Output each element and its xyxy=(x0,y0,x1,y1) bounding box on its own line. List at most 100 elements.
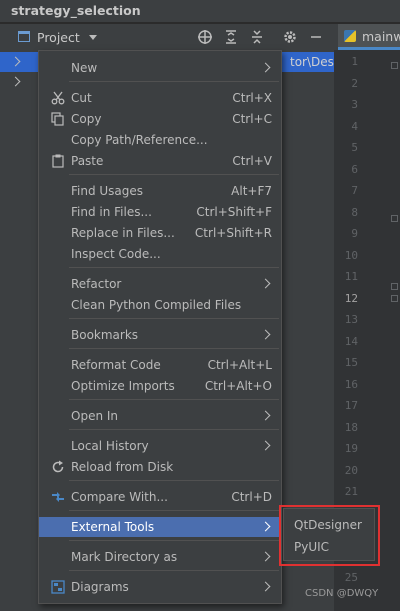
menu-item-paste[interactable]: Paste Ctrl+V xyxy=(39,151,281,171)
line-number: 9 xyxy=(351,227,358,240)
scissors-icon xyxy=(51,91,65,105)
menu-item-shortcut: Ctrl+Alt+L xyxy=(207,358,272,372)
fold-marker-icon[interactable] xyxy=(391,283,398,290)
chevron-right-icon xyxy=(260,329,271,340)
chevron-right-icon xyxy=(260,410,271,421)
tab-label: mainwi xyxy=(362,29,400,44)
menu-item-label: External Tools xyxy=(71,520,155,534)
menu-item-shortcut: Ctrl+D xyxy=(231,490,272,504)
menu-item-label: Diagrams xyxy=(71,580,129,594)
fold-marker-icon[interactable] xyxy=(391,215,398,222)
menu-item-label: Cut xyxy=(71,91,92,105)
menu-item-label: Reload from Disk xyxy=(71,460,174,474)
menu-item-open-in[interactable]: Open In xyxy=(39,406,281,426)
expand-all-icon[interactable] xyxy=(223,29,239,45)
menu-item-shortcut: Ctrl+Alt+O xyxy=(204,379,272,393)
menu-item-reload-from-disk[interactable]: Reload from Disk xyxy=(39,457,281,477)
line-number: 8 xyxy=(351,205,358,219)
chevron-right-icon xyxy=(260,278,271,289)
minimize-icon[interactable] xyxy=(308,29,324,45)
menu-item-local-history[interactable]: Local History xyxy=(39,436,281,456)
compare-icon xyxy=(51,490,65,504)
menu-separator xyxy=(69,429,279,430)
tab-mainwindow[interactable]: mainwi xyxy=(338,24,400,50)
menu-item-clean-python-compiled-files[interactable]: Clean Python Compiled Files xyxy=(39,295,281,315)
menu-item-label: Compare With... xyxy=(71,490,168,504)
annotation-highlight-box xyxy=(279,505,380,566)
menu-separator xyxy=(69,540,279,541)
menu-item-external-tools[interactable]: External Tools xyxy=(39,517,281,537)
chevron-down-icon[interactable] xyxy=(89,35,97,40)
fold-marker-icon[interactable] xyxy=(391,295,398,302)
menu-item-label: Bookmarks xyxy=(71,328,139,342)
menu-item-label: Optimize Imports xyxy=(71,379,175,393)
menu-item-new[interactable]: New xyxy=(39,58,281,78)
menu-item-label: Replace in Files... xyxy=(71,226,175,240)
line-number: 18 xyxy=(344,420,358,434)
line-number: 4 xyxy=(351,119,358,133)
line-number: 6 xyxy=(351,162,358,176)
line-number: 20 xyxy=(344,463,358,477)
editor-tab-bar: mainwi xyxy=(334,24,400,50)
menu-item-label: Find in Files... xyxy=(71,205,152,219)
menu-item-label: Clean Python Compiled Files xyxy=(71,298,242,312)
menu-item-label: Refactor xyxy=(71,277,122,291)
copy-icon xyxy=(51,112,65,126)
menu-separator xyxy=(69,174,279,175)
menu-item-refactor[interactable]: Refactor xyxy=(39,274,281,294)
menu-item-shortcut: Alt+F7 xyxy=(231,184,272,198)
menu-item-label: Local History xyxy=(71,439,149,453)
line-number: 2 xyxy=(351,76,358,90)
chevron-right-icon[interactable] xyxy=(10,76,21,87)
reload-icon xyxy=(51,460,65,474)
menu-item-cut[interactable]: Cut Ctrl+X xyxy=(39,88,281,108)
project-view-selector[interactable]: Project xyxy=(37,30,80,45)
line-number: 7 xyxy=(351,184,358,197)
menu-item-compare-with[interactable]: Compare With... Ctrl+D xyxy=(39,487,281,507)
menu-item-label: Copy Path/Reference... xyxy=(71,133,208,147)
project-window-icon xyxy=(18,31,30,42)
chevron-right-icon xyxy=(260,521,271,532)
menu-item-bookmarks[interactable]: Bookmarks xyxy=(39,325,281,345)
menu-item-copy[interactable]: Copy Ctrl+C xyxy=(39,109,281,129)
chevron-right-icon[interactable] xyxy=(10,56,21,67)
chevron-right-icon xyxy=(260,551,271,562)
menu-item-diagrams[interactable]: Diagrams xyxy=(39,577,281,597)
menu-item-label: Reformat Code xyxy=(71,358,161,372)
diagram-icon xyxy=(51,580,65,594)
chevron-right-icon xyxy=(260,581,271,592)
gear-icon[interactable] xyxy=(282,29,298,45)
project-toolbar: Project xyxy=(0,24,334,50)
line-number: 16 xyxy=(344,377,358,391)
menu-item-optimize-imports[interactable]: Optimize Imports Ctrl+Alt+O xyxy=(39,376,281,396)
menu-item-shortcut: Ctrl+V xyxy=(232,154,272,168)
menu-separator xyxy=(69,318,279,319)
collapse-all-icon[interactable] xyxy=(249,29,265,45)
menu-item-label: Find Usages xyxy=(71,184,144,198)
menu-item-label: Open In xyxy=(71,409,119,423)
menu-separator xyxy=(69,570,279,571)
chevron-right-icon xyxy=(260,62,271,73)
menu-item-inspect-code[interactable]: Inspect Code... xyxy=(39,244,281,264)
menu-item-label: New xyxy=(71,61,98,75)
menu-separator xyxy=(69,267,279,268)
locate-icon[interactable] xyxy=(197,29,213,45)
chevron-right-icon xyxy=(260,440,271,451)
menu-separator xyxy=(69,348,279,349)
menu-item-shortcut: Ctrl+X xyxy=(232,91,272,105)
menu-item-find-in-files[interactable]: Find in Files... Ctrl+Shift+F xyxy=(39,202,281,222)
fold-marker-icon[interactable] xyxy=(391,62,398,69)
menu-separator xyxy=(69,399,279,400)
menu-item-replace-in-files[interactable]: Replace in Files... Ctrl+Shift+R xyxy=(39,223,281,243)
menu-item-find-usages[interactable]: Find Usages Alt+F7 xyxy=(39,181,281,201)
line-number: 10 xyxy=(344,248,358,262)
menu-item-label: Paste xyxy=(71,154,104,168)
menu-item-mark-directory-as[interactable]: Mark Directory as xyxy=(39,547,281,567)
menu-separator xyxy=(69,510,279,511)
watermark: CSDN @DWQY xyxy=(305,588,379,599)
menu-item-reformat-code[interactable]: Reformat Code Ctrl+Alt+L xyxy=(39,355,281,375)
line-number: 13 xyxy=(344,313,358,326)
menu-item-shortcut: Ctrl+Shift+R xyxy=(194,226,272,240)
python-file-icon xyxy=(344,30,356,42)
menu-item-copy-path-reference[interactable]: Copy Path/Reference... xyxy=(39,130,281,150)
